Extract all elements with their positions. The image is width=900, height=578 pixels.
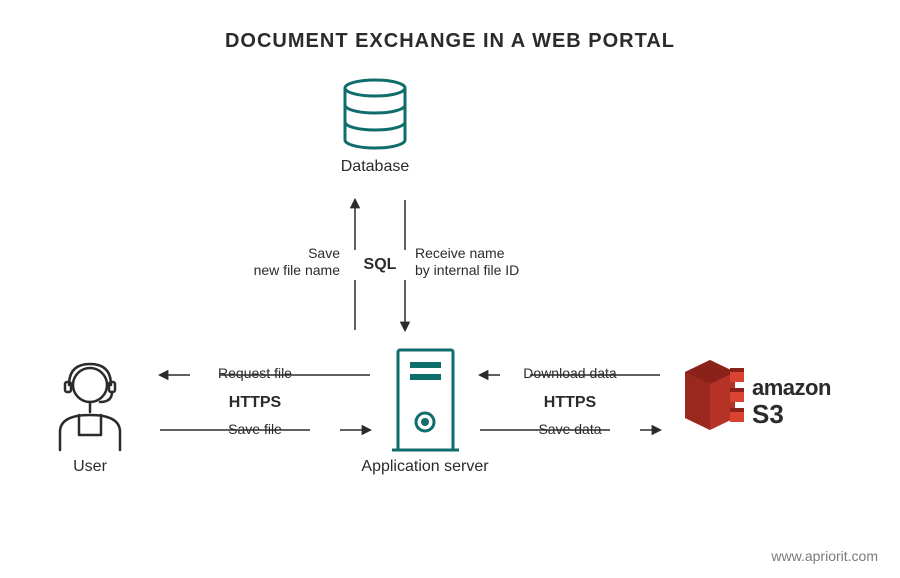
label-download-data: Download data (500, 365, 640, 382)
label-receive-name-l2: by internal file ID (415, 262, 519, 278)
appserver-icon (392, 350, 459, 450)
label-s3-line2: S3 (752, 399, 831, 430)
label-user: User (55, 458, 125, 476)
label-save-name: Save new file name (220, 245, 340, 279)
footer-url: www.apriorit.com (771, 548, 878, 564)
label-https-right: HTTPS (520, 393, 620, 412)
label-sql: SQL (360, 255, 400, 274)
label-receive-name-l1: Receive name (415, 245, 505, 261)
label-appserver: Application server (340, 458, 510, 476)
label-receive-name: Receive name by internal file ID (415, 245, 575, 279)
diagram-svg (0, 0, 900, 578)
label-database: Database (325, 158, 425, 176)
database-icon (345, 80, 405, 148)
label-save-name-l1: Save (308, 245, 340, 261)
user-icon (60, 364, 120, 450)
label-https-left: HTTPS (205, 393, 305, 412)
label-s3-line1: amazon (752, 375, 831, 401)
label-save-data: Save data (520, 421, 620, 438)
label-s3: amazon S3 (752, 375, 831, 430)
s3-icon (685, 360, 744, 430)
label-save-name-l2: new file name (254, 262, 340, 278)
diagram-canvas: DOCUMENT EXCHANGE IN A WEB PORTAL (0, 0, 900, 578)
label-save-file: Save file (205, 421, 305, 438)
label-request-file: Request file (195, 365, 315, 382)
